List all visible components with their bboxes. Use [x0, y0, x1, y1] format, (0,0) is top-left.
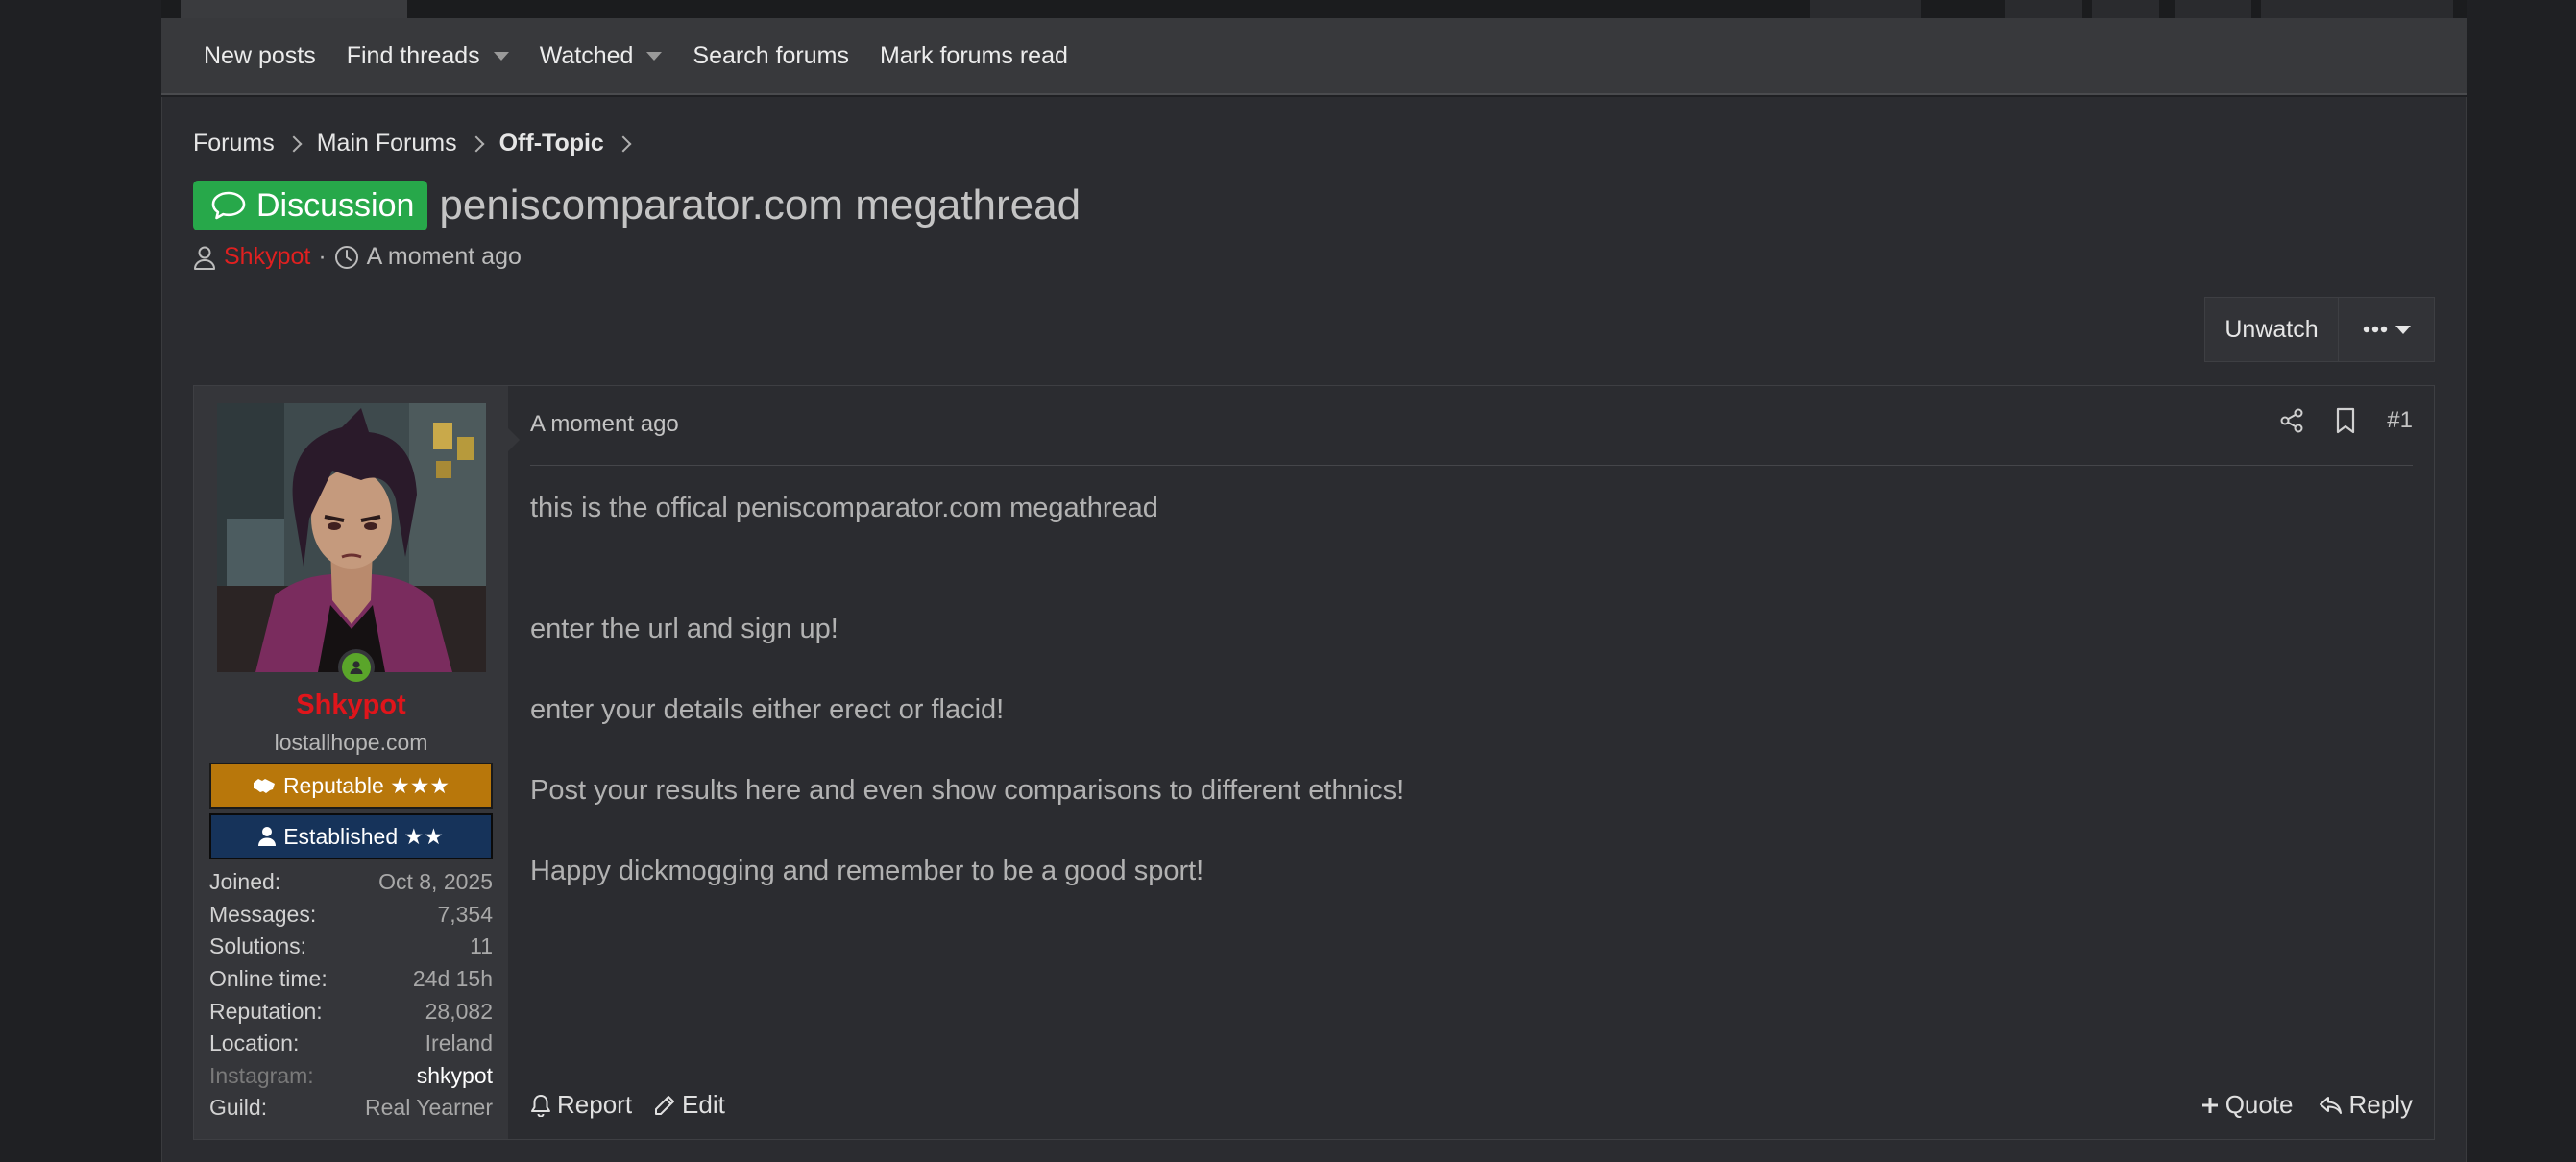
- user-icon: [194, 246, 215, 270]
- stat-guild: Guild: Real Yearner: [209, 1095, 493, 1121]
- post-line: enter the url and sign up!: [530, 614, 838, 644]
- handshake-icon: [253, 779, 275, 793]
- post-header-divider: [530, 465, 2413, 466]
- post-user-pane: Shkypot lostallhope.com Reputable ★★★ Es…: [194, 386, 520, 1139]
- thread-meta: Shkypot · A moment ago: [193, 243, 522, 271]
- chevron-down-icon[interactable]: [493, 51, 509, 61]
- stat-location: Location: Ireland: [209, 1030, 493, 1056]
- stat-joined: Joined: Oct 8, 2025: [209, 869, 493, 895]
- banner-label: Established ★★: [283, 823, 444, 849]
- active-nav-tab[interactable]: [181, 0, 407, 18]
- stat-instagram: Instagram: shkypot: [209, 1062, 493, 1088]
- bookmark-icon[interactable]: [2335, 407, 2356, 434]
- post-container: Shkypot lostallhope.com Reputable ★★★ Es…: [193, 385, 2435, 1140]
- avatar[interactable]: [217, 403, 486, 672]
- stat-messages: Messages: 7,354: [209, 901, 493, 927]
- pencil-icon: [655, 1095, 675, 1115]
- nav-search-forums[interactable]: Search forums: [693, 42, 849, 70]
- post-line: Post your results here and even show com…: [530, 775, 1405, 806]
- post-blank-line: [530, 649, 2355, 690]
- chevron-right-icon: [285, 135, 303, 152]
- edit-button[interactable]: Edit: [653, 1090, 725, 1120]
- top-nav-block[interactable]: [2092, 0, 2159, 18]
- post-message: A moment ago #1 this is the offical peni…: [530, 386, 2413, 1139]
- main-content: Forums Main Forums Off-Topic Discussion …: [161, 97, 2467, 1162]
- sub-navigation: New posts Find threads Watched Search fo…: [161, 18, 2467, 95]
- quote-label: Quote: [2224, 1090, 2294, 1119]
- chevron-right-icon: [615, 135, 632, 152]
- post-date[interactable]: A moment ago: [530, 411, 679, 438]
- more-options-button[interactable]: [2339, 297, 2435, 362]
- edit-label: Edit: [682, 1090, 725, 1119]
- post-body: this is the offical peniscomparator.com …: [530, 488, 2355, 891]
- online-status-indicator: [338, 649, 375, 686]
- meta-separator: ·: [318, 243, 327, 270]
- post-number-link[interactable]: #1: [2387, 407, 2413, 434]
- top-nav-block[interactable]: [2175, 0, 2251, 18]
- post-line: Happy dickmogging and remember to be a g…: [530, 856, 1204, 886]
- reply-label: Reply: [2348, 1090, 2413, 1119]
- reply-button[interactable]: Reply: [2319, 1090, 2413, 1120]
- nav-mark-forums-read[interactable]: Mark forums read: [880, 42, 1068, 70]
- top-nav-strip: [161, 0, 2467, 18]
- nav-new-posts[interactable]: New posts: [204, 42, 316, 70]
- banner-label: Reputable ★★★: [282, 772, 450, 798]
- user-banner-established: Established ★★: [209, 813, 493, 859]
- prefix-badge[interactable]: Discussion: [193, 181, 428, 230]
- chevron-down-icon[interactable]: [646, 51, 663, 61]
- avatar-image: [217, 403, 486, 672]
- nav-label: Mark forums read: [879, 41, 1068, 69]
- chevron-right-icon: [468, 135, 485, 152]
- breadcrumb-off-topic[interactable]: Off-Topic: [499, 130, 604, 157]
- post-header-actions: #1: [2248, 407, 2413, 434]
- top-nav-block[interactable]: [1810, 0, 1921, 18]
- user-stats: Joined: Oct 8, 2025 Messages: 7,354 Soluti…: [209, 866, 493, 1125]
- post-line: enter your details either erect or flaci…: [530, 694, 1005, 725]
- share-icon[interactable]: [2279, 408, 2304, 433]
- reply-arrow-icon: [2319, 1096, 2342, 1114]
- top-nav-block[interactable]: [2005, 0, 2082, 18]
- chevron-down-icon: [2394, 325, 2411, 334]
- user-icon: [258, 827, 277, 846]
- thread-age[interactable]: A moment ago: [367, 243, 522, 271]
- speech-bubble-icon: [211, 191, 246, 220]
- stat-solutions: Solutions: 11: [209, 933, 493, 959]
- stat-reputation: Reputation: 28,082: [209, 998, 493, 1024]
- user-banner-reputable: Reputable ★★★: [209, 763, 493, 809]
- breadcrumb: Forums Main Forums Off-Topic: [193, 130, 646, 157]
- post-blank-line: [530, 811, 2355, 851]
- user-title: lostallhope.com: [274, 730, 428, 755]
- clock-icon: [334, 245, 358, 269]
- prefix-label: Discussion: [256, 186, 415, 224]
- quote-button[interactable]: Quote: [2200, 1090, 2294, 1120]
- nav-label: Search forums: [693, 41, 849, 69]
- thread-title-row: Discussion peniscomparator.com megathrea…: [193, 181, 1081, 230]
- thread-actions: Unwatch: [2204, 297, 2435, 362]
- breadcrumb-main-forums[interactable]: Main Forums: [317, 130, 457, 157]
- nav-find-threads[interactable]: Find threads: [347, 42, 509, 70]
- nav-label: Find threads: [346, 41, 480, 69]
- user-icon: [350, 661, 363, 674]
- post-footer-left: Report Edit: [530, 1090, 746, 1120]
- post-username[interactable]: Shkypot: [194, 690, 508, 721]
- stat-online-time: Online time: 24d 15h: [209, 966, 493, 992]
- report-label: Report: [557, 1090, 633, 1119]
- unwatch-button[interactable]: Unwatch: [2204, 297, 2339, 362]
- post-footer-right: Quote Reply: [2175, 1090, 2413, 1120]
- nav-label: Watched: [539, 41, 634, 69]
- plus-icon: [2201, 1097, 2218, 1113]
- ellipsis-icon: [2363, 326, 2387, 333]
- breadcrumb-forums[interactable]: Forums: [193, 130, 275, 157]
- page-title: peniscomparator.com megathread: [439, 182, 1081, 229]
- nav-watched[interactable]: Watched: [540, 42, 663, 70]
- post-blank-line: [530, 730, 2355, 770]
- post-blank-line: [530, 528, 2355, 609]
- post-line: this is the offical peniscomparator.com …: [530, 493, 1158, 523]
- top-nav-block[interactable]: [2261, 0, 2453, 18]
- nav-label: New posts: [204, 41, 316, 69]
- thread-author[interactable]: Shkypot: [224, 243, 310, 271]
- report-button[interactable]: Report: [530, 1090, 632, 1120]
- bell-icon: [531, 1094, 550, 1117]
